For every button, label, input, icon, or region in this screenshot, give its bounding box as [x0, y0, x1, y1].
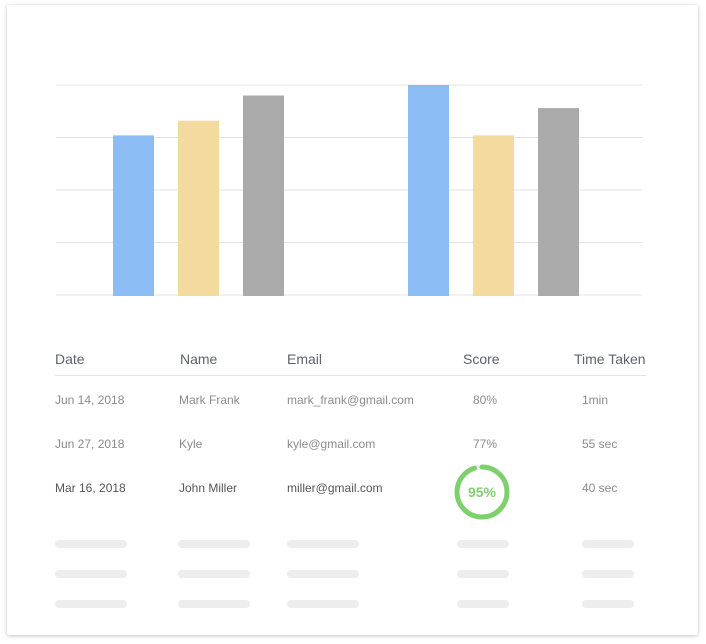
chart-bar[interactable] [408, 85, 449, 296]
placeholder-bar [287, 540, 359, 548]
row-email: mark_frank@gmail.com [287, 393, 414, 407]
row-score: 95% [467, 484, 497, 500]
column-header-email[interactable]: Email [287, 351, 322, 367]
column-header-name[interactable]: Name [180, 351, 217, 367]
row-email: kyle@gmail.com [287, 437, 376, 451]
row-date: Jun 27, 2018 [55, 437, 125, 451]
header-divider [55, 375, 646, 376]
row-date: Mar 16, 2018 [55, 481, 126, 495]
placeholder-bar [55, 570, 127, 578]
placeholder-bar [178, 570, 250, 578]
placeholder-bar [457, 540, 509, 548]
row-name: Mark Frank [179, 393, 240, 407]
row-date: Jun 14, 2018 [55, 393, 125, 407]
chart-bar[interactable] [538, 108, 579, 296]
row-score: 77% [473, 437, 498, 451]
bar-chart [56, 84, 642, 297]
placeholder-bar [582, 600, 634, 608]
row-score: 80% [473, 393, 498, 407]
placeholder-bar [457, 570, 509, 578]
placeholder-bar [55, 540, 127, 548]
row-name: Kyle [179, 437, 203, 451]
placeholder-bar [457, 600, 509, 608]
placeholder-bar [582, 570, 634, 578]
placeholder-bar [55, 600, 127, 608]
chart-bar[interactable] [243, 95, 284, 297]
column-header-date[interactable]: Date [55, 351, 85, 367]
row-time-taken: 55 sec [582, 437, 618, 451]
placeholder-bar [287, 600, 359, 608]
column-header-time-taken[interactable]: Time Taken [574, 351, 646, 367]
placeholder-bar [178, 540, 250, 548]
row-email: miller@gmail.com [287, 481, 383, 495]
placeholder-bar [178, 600, 250, 608]
placeholder-bar [287, 570, 359, 578]
row-name: John Miller [179, 481, 238, 495]
chart-bar[interactable] [113, 135, 154, 296]
row-time-taken: 1min [582, 393, 609, 407]
placeholder-bar [582, 540, 634, 548]
column-header-score[interactable]: Score [463, 351, 500, 367]
chart-bar[interactable] [178, 120, 219, 296]
chart-bar[interactable] [473, 135, 514, 296]
row-time-taken: 40 sec [582, 481, 618, 495]
